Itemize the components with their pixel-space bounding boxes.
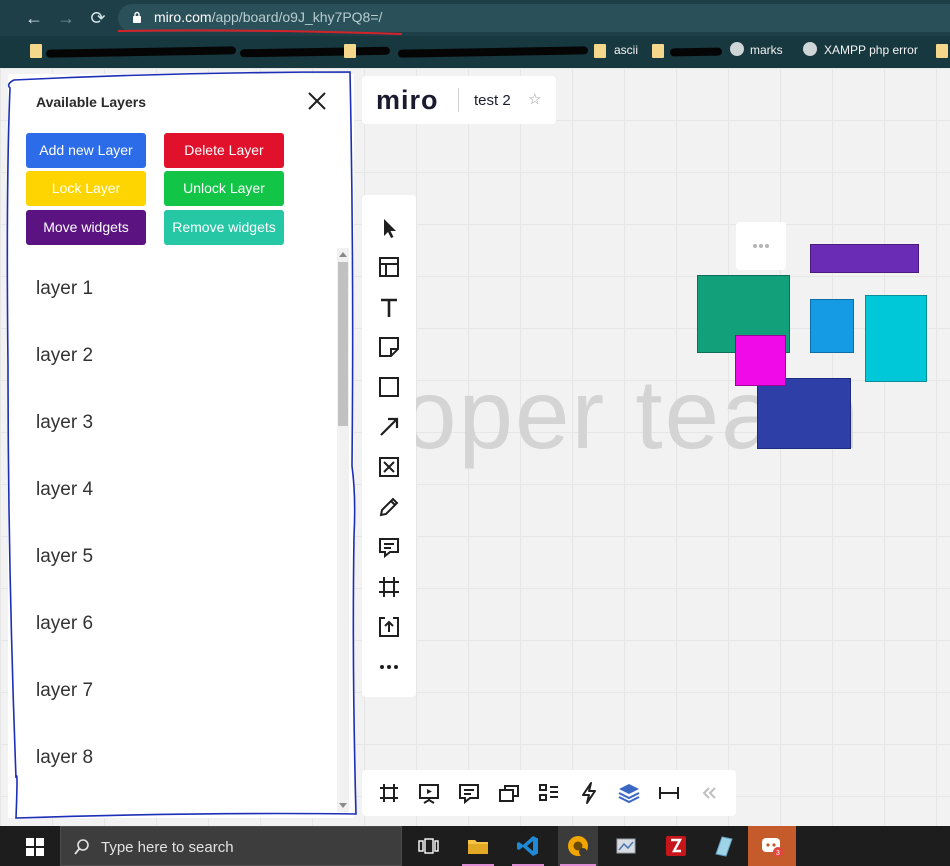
- shape-purple[interactable]: [810, 244, 919, 273]
- app-icon[interactable]: [614, 834, 638, 858]
- lightning-icon[interactable]: [577, 781, 601, 805]
- chrome-canary-icon[interactable]: [566, 834, 590, 858]
- windows-taskbar: Type here to search 3: [0, 826, 950, 866]
- bookmark-folder-icon[interactable]: [344, 44, 356, 58]
- browser-toolbar: ← → ⟳ miro.com/app/board/o9J_khy7PQ8=/: [0, 0, 950, 36]
- bottom-toolbar: [362, 770, 736, 816]
- url-text[interactable]: miro.com/app/board/o9J_khy7PQ8=/: [154, 9, 382, 25]
- windows-start-icon[interactable]: [26, 838, 44, 856]
- layer-list-item[interactable]: layer 5: [36, 546, 93, 568]
- select-icon[interactable]: [376, 215, 402, 241]
- shape-cyan[interactable]: [865, 295, 927, 382]
- layer-list-item[interactable]: layer 7: [36, 680, 93, 702]
- miro-logo[interactable]: miro: [376, 85, 439, 116]
- layer-list-item[interactable]: layer 2: [36, 345, 93, 367]
- image-frame-icon[interactable]: [376, 454, 402, 480]
- frame-icon[interactable]: [376, 574, 402, 600]
- templates-icon[interactable]: [376, 254, 402, 280]
- add-layer-button[interactable]: Add new Layer: [26, 133, 146, 168]
- discord-icon[interactable]: 3: [760, 834, 784, 858]
- reload-icon[interactable]: ⟳: [88, 8, 108, 28]
- globe-icon: [803, 42, 817, 56]
- widget-context-menu-button[interactable]: [736, 222, 786, 270]
- taskbar-search-placeholder: Type here to search: [101, 839, 234, 856]
- ruler-icon[interactable]: [657, 781, 681, 805]
- arrow-icon[interactable]: [376, 414, 402, 440]
- back-icon[interactable]: ←: [24, 8, 44, 28]
- vscode-icon[interactable]: [516, 834, 540, 858]
- text-icon[interactable]: [376, 295, 402, 321]
- search-icon: [74, 839, 89, 855]
- bookmark-folder-icon[interactable]: [936, 44, 948, 58]
- lock-icon: [133, 11, 141, 23]
- notification-badge: 3: [776, 850, 780, 857]
- shape-magenta[interactable]: [735, 335, 786, 386]
- comments-icon[interactable]: [457, 781, 481, 805]
- bookmarks-bar: ascii marks XAMPP php error: [0, 36, 950, 68]
- board-name[interactable]: test 2: [474, 92, 511, 109]
- redacted-scribble: [239, 46, 391, 58]
- sticky-note-icon[interactable]: [376, 334, 402, 360]
- board-header: miro test 2 ☆: [362, 76, 556, 124]
- bookmark-ascii[interactable]: ascii: [614, 43, 638, 57]
- close-icon[interactable]: [306, 90, 328, 112]
- red-underline-annotation: [117, 29, 403, 35]
- shape-icon[interactable]: [376, 374, 402, 400]
- unlock-layer-button[interactable]: Unlock Layer: [164, 171, 284, 206]
- layer-list-item[interactable]: layer 6: [36, 613, 93, 635]
- layer-list-item[interactable]: layer 8: [36, 747, 93, 769]
- layer-list-scrollbar[interactable]: [337, 248, 349, 812]
- bookmark-folder-icon[interactable]: [30, 44, 42, 58]
- comment-icon[interactable]: [376, 534, 402, 560]
- url-host: miro.com: [154, 9, 212, 25]
- presentation-icon[interactable]: [417, 781, 441, 805]
- layer-list-item[interactable]: layer 1: [36, 278, 93, 300]
- scroll-down-icon[interactable]: [339, 803, 347, 808]
- star-icon[interactable]: ☆: [528, 90, 541, 108]
- more-dots-icon: [753, 244, 769, 248]
- bookmark-folder-icon[interactable]: [594, 44, 606, 58]
- panel-title: Available Layers: [36, 94, 146, 110]
- remove-widgets-button[interactable]: Remove widgets: [164, 210, 284, 245]
- layer-list-item[interactable]: layer 4: [36, 479, 93, 501]
- layers-icon[interactable]: [617, 781, 641, 805]
- collapse-icon[interactable]: [697, 781, 721, 805]
- scroll-up-icon[interactable]: [339, 252, 347, 257]
- layer-list[interactable]: layer 1 layer 2 layer 3 layer 4 layer 5 …: [8, 248, 334, 812]
- forward-icon[interactable]: →: [56, 8, 76, 28]
- header-divider: [458, 88, 459, 112]
- layer-list-item[interactable]: layer 3: [36, 412, 93, 434]
- scrollbar-thumb[interactable]: [338, 262, 348, 426]
- taskbar-search-box[interactable]: Type here to search: [60, 826, 402, 866]
- file-explorer-icon[interactable]: [466, 834, 490, 858]
- bookmark-xampp[interactable]: XAMPP php error: [824, 43, 918, 57]
- redacted-scribble: [669, 47, 723, 57]
- pen-icon[interactable]: [376, 494, 402, 520]
- bookmark-folder-icon[interactable]: [652, 44, 664, 58]
- creation-toolbar: [362, 195, 416, 697]
- bookmark-marks[interactable]: marks: [750, 43, 783, 57]
- filezilla-icon[interactable]: [664, 834, 688, 858]
- frames-icon[interactable]: [377, 781, 401, 805]
- redacted-scribble: [45, 46, 237, 58]
- move-widgets-button[interactable]: Move widgets: [26, 210, 146, 245]
- kanban-icon[interactable]: [537, 781, 561, 805]
- url-path: /app/board/o9J_khy7PQ8=/: [211, 9, 383, 25]
- lock-layer-button[interactable]: Lock Layer: [26, 171, 146, 206]
- upload-icon[interactable]: [376, 614, 402, 640]
- redacted-scribble: [397, 46, 589, 58]
- delete-layer-button[interactable]: Delete Layer: [164, 133, 284, 168]
- task-view-icon[interactable]: [416, 834, 440, 858]
- shape-blue[interactable]: [810, 299, 854, 353]
- notes-app-icon[interactable]: [712, 834, 736, 858]
- more-icon[interactable]: [376, 654, 402, 680]
- globe-icon: [730, 42, 744, 56]
- shape-indigo[interactable]: [757, 378, 851, 449]
- cards-icon[interactable]: [497, 781, 521, 805]
- layers-panel: Available Layers Add new Layer Delete La…: [8, 74, 354, 818]
